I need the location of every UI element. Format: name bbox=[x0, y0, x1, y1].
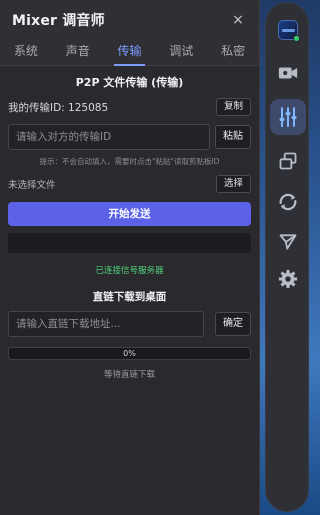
download-status: 等待直链下载 bbox=[103, 370, 155, 380]
avatar-icon bbox=[278, 20, 300, 42]
dock-mixer[interactable] bbox=[270, 99, 306, 135]
my-transfer-id: 我的传输ID: 125085 bbox=[8, 101, 109, 114]
tab-transfer[interactable]: 传输 bbox=[104, 40, 156, 66]
choose-file-button[interactable]: 选择 bbox=[215, 175, 251, 193]
mixer-panel: Mixer 调音师 × 系统 声音 传输 调试 私密 P2P 文件传输 (传输)… bbox=[0, 0, 260, 515]
tab-system[interactable]: 系统 bbox=[0, 40, 52, 65]
confirm-button[interactable]: 确定 bbox=[215, 312, 251, 336]
download-progress-label: 0% bbox=[123, 349, 136, 358]
peer-id-input[interactable]: 请输入对方的传输ID bbox=[8, 124, 210, 150]
window-title: Mixer 调音师 bbox=[12, 13, 105, 29]
copy-button[interactable]: 复制 bbox=[215, 98, 251, 116]
refresh-icon bbox=[279, 193, 297, 211]
dock-refresh[interactable] bbox=[273, 187, 303, 217]
tab-sound[interactable]: 声音 bbox=[52, 40, 104, 65]
gear-icon bbox=[278, 269, 298, 289]
selected-file-label: 未选择文件 bbox=[8, 180, 56, 191]
peer-id-row: 请输入对方的传输ID 粘贴 bbox=[8, 124, 251, 150]
tab-debug[interactable]: 调试 bbox=[155, 40, 207, 65]
tab-private[interactable]: 私密 bbox=[207, 40, 259, 65]
send-icon bbox=[279, 234, 297, 250]
my-id-row: 我的传输ID: 125085 复制 bbox=[8, 97, 251, 117]
p2p-section-title: P2P 文件传输 (传输) bbox=[75, 76, 184, 89]
dock-settings[interactable] bbox=[273, 264, 303, 294]
signal-status: 已连接信号服务器 bbox=[95, 266, 164, 276]
paste-button[interactable]: 粘贴 bbox=[215, 125, 251, 149]
side-dock bbox=[265, 2, 309, 512]
paste-hint: 提示：不会自动填入，需要时点击"粘贴"读取剪贴板ID bbox=[39, 157, 220, 166]
transfer-progress-area bbox=[8, 233, 251, 253]
title-bar: Mixer 调音师 × bbox=[0, 0, 259, 40]
close-icon[interactable]: × bbox=[229, 12, 247, 28]
file-select-row: 未选择文件 选择 bbox=[8, 174, 251, 194]
tab-bar: 系统 声音 传输 调试 私密 bbox=[0, 40, 259, 66]
profile-avatar[interactable] bbox=[273, 15, 303, 45]
dock-windows[interactable] bbox=[273, 146, 303, 176]
dock-send[interactable] bbox=[273, 227, 303, 257]
direct-download-title: 直链下载到桌面 bbox=[92, 291, 167, 303]
transfer-content: P2P 文件传输 (传输) 我的传输ID: 125085 复制 请输入对方的传输… bbox=[0, 74, 259, 380]
start-send-button[interactable]: 开始发送 bbox=[8, 202, 251, 226]
video-camera-icon bbox=[278, 67, 298, 79]
online-status-dot bbox=[293, 35, 300, 42]
windows-icon bbox=[279, 152, 297, 170]
download-progress-bar: 0% bbox=[8, 347, 251, 360]
download-url-row: 请输入直链下载地址... 确定 bbox=[8, 311, 251, 337]
dock-video[interactable] bbox=[273, 58, 303, 88]
mixer-sliders-icon bbox=[279, 107, 297, 127]
download-url-input[interactable]: 请输入直链下载地址... bbox=[8, 311, 204, 337]
